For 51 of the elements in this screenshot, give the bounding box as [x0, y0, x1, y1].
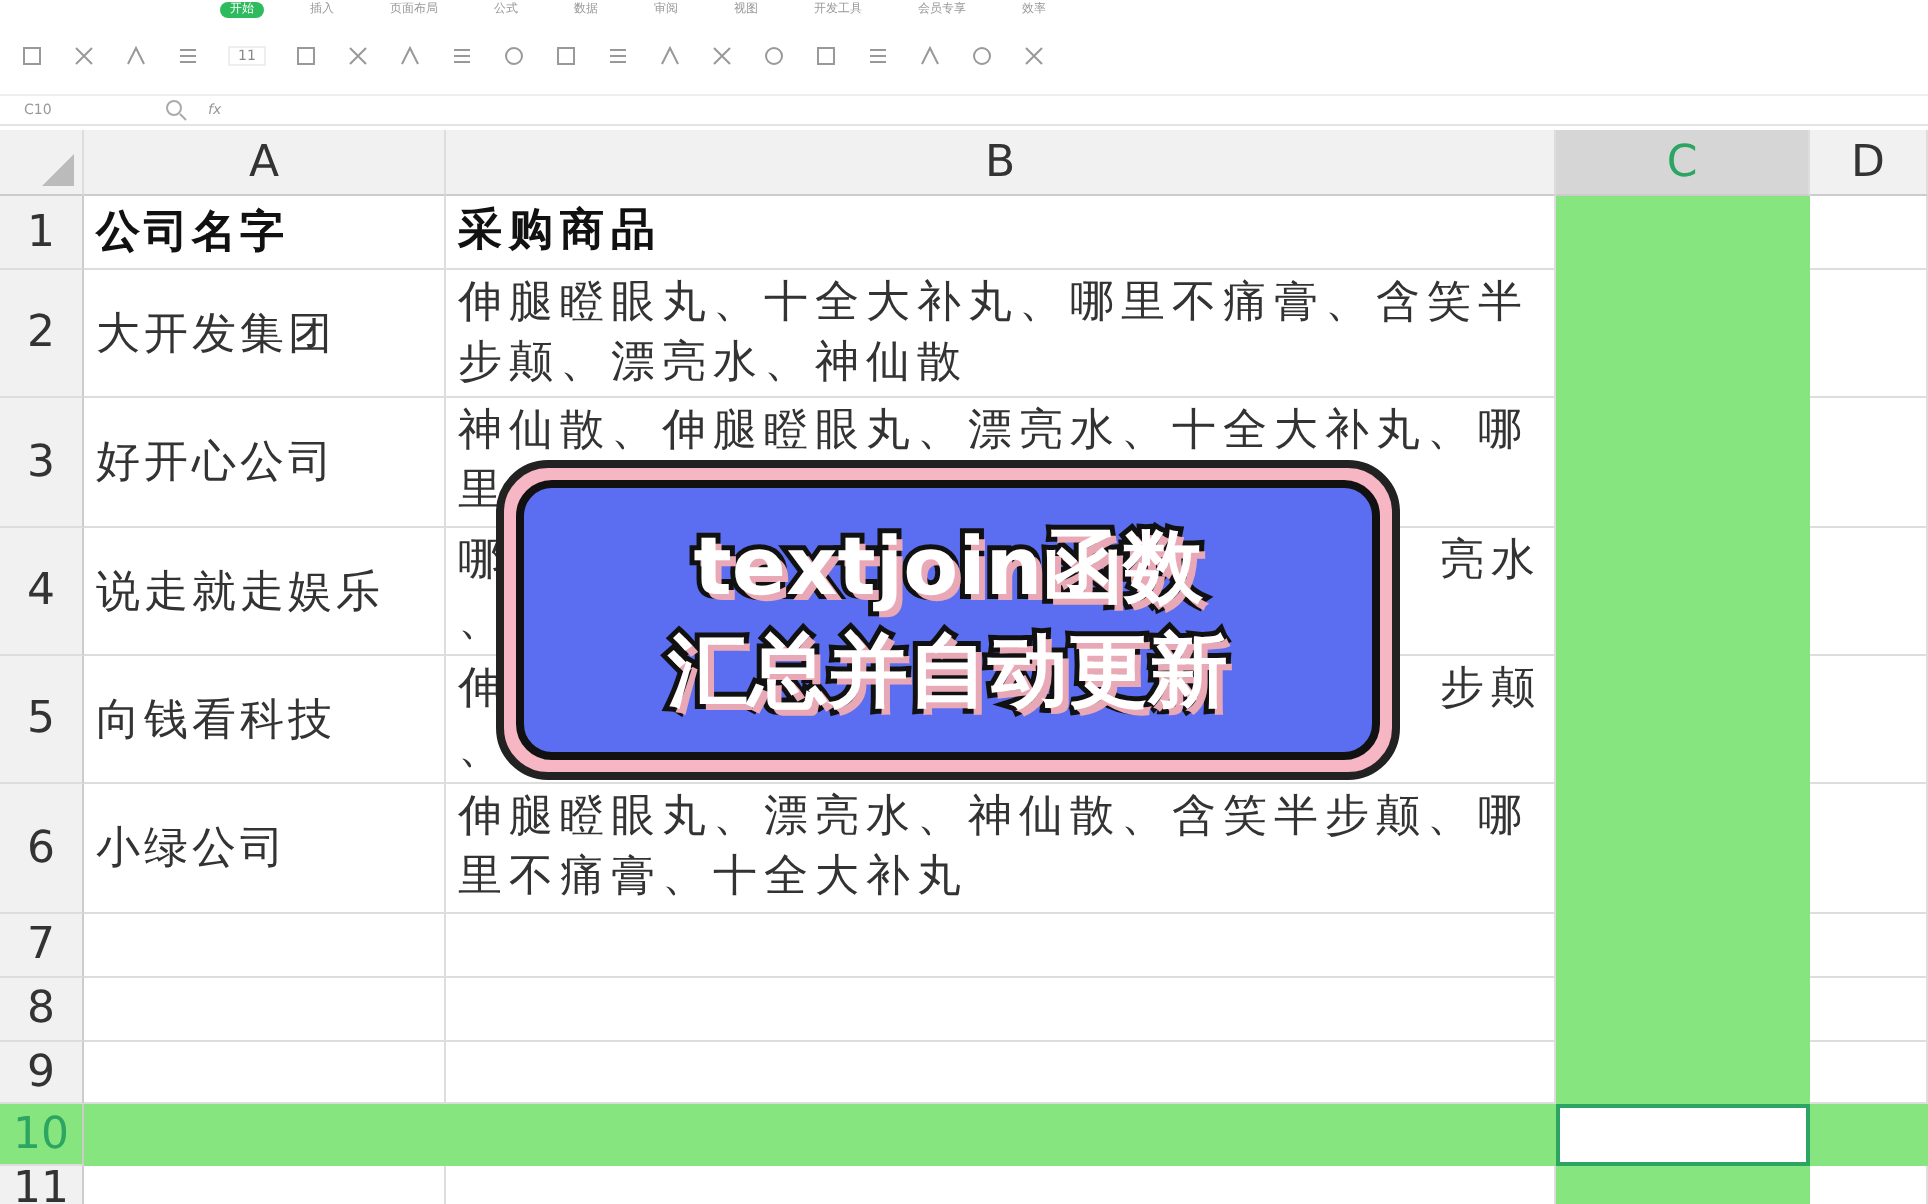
- table-cell-text: 说走就走娱乐: [96, 565, 386, 621]
- circle-icon[interactable]: [501, 44, 526, 68]
- column-header[interactable]: D: [1810, 130, 1928, 196]
- circle-icon[interactable]: [761, 44, 786, 68]
- align-icon[interactable]: [176, 44, 200, 68]
- row-header[interactable]: 5: [0, 656, 84, 784]
- row-header[interactable]: 7: [0, 914, 84, 978]
- cell-text: 里不痛膏、十全大补丸: [458, 850, 968, 906]
- table-cell-text: 大开发集团: [96, 307, 338, 363]
- cell-text: 伸腿瞪眼丸、漂亮水、神仙散、含笑半步颠、哪: [458, 790, 1529, 846]
- row-header[interactable]: 6: [0, 784, 84, 914]
- row-header[interactable]: 4: [0, 528, 84, 656]
- table-cell-text: 小绿公司: [96, 822, 290, 878]
- empty-cell: [1810, 656, 1928, 784]
- selected-cell[interactable]: [1556, 1104, 1810, 1166]
- cell-text: 步颠、漂亮水、神仙散: [458, 335, 968, 391]
- column-header[interactable]: A: [84, 130, 446, 196]
- cell-text: 、: [458, 593, 509, 649]
- circle-icon[interactable]: [969, 44, 994, 68]
- cell-text: 伸腿瞪眼丸、十全大补丸、哪里不痛膏、含笑半: [458, 275, 1529, 331]
- empty-cell: [1810, 784, 1928, 914]
- cell-text: 神仙散、伸腿瞪眼丸、漂亮水、十全大补丸、哪: [458, 404, 1529, 460]
- table-cell-text: 向钱看科技: [96, 693, 338, 749]
- empty-cell[interactable]: [1556, 1042, 1810, 1104]
- align-icon[interactable]: [605, 44, 630, 68]
- empty-cell: [1810, 398, 1928, 528]
- row-header[interactable]: 9: [0, 1042, 84, 1104]
- row-header[interactable]: 2: [0, 270, 84, 398]
- empty-cell: [1810, 528, 1928, 656]
- cell-text: 亮水: [1440, 533, 1542, 589]
- select-all-icon[interactable]: [42, 154, 74, 186]
- cell-text: 里: [458, 464, 509, 520]
- title-text: textjoin函数: [693, 520, 1203, 618]
- row-header[interactable]: 10: [0, 1104, 84, 1166]
- empty-cell: [1810, 270, 1928, 398]
- zoom-icon[interactable]: [164, 98, 188, 122]
- align-icon[interactable]: [449, 44, 474, 68]
- column-header[interactable]: B: [446, 130, 1556, 196]
- cell-text: 采购商品: [458, 204, 662, 260]
- row-header[interactable]: 3: [0, 398, 84, 528]
- row-header[interactable]: 8: [0, 978, 84, 1042]
- cell-text: 步颠: [1440, 661, 1542, 717]
- empty-cell[interactable]: [1556, 196, 1810, 270]
- cell-text: 、: [458, 721, 509, 777]
- align-icon[interactable]: [865, 44, 890, 68]
- row-header[interactable]: 11: [0, 1166, 84, 1204]
- row-header[interactable]: 1: [0, 196, 84, 270]
- table-cell-text: 公司名字: [96, 205, 290, 262]
- table-cell-text: 好开心公司: [96, 436, 338, 492]
- subtitle-text: 汇总并自动更新: [668, 624, 1228, 722]
- column-header[interactable]: C: [1556, 130, 1810, 196]
